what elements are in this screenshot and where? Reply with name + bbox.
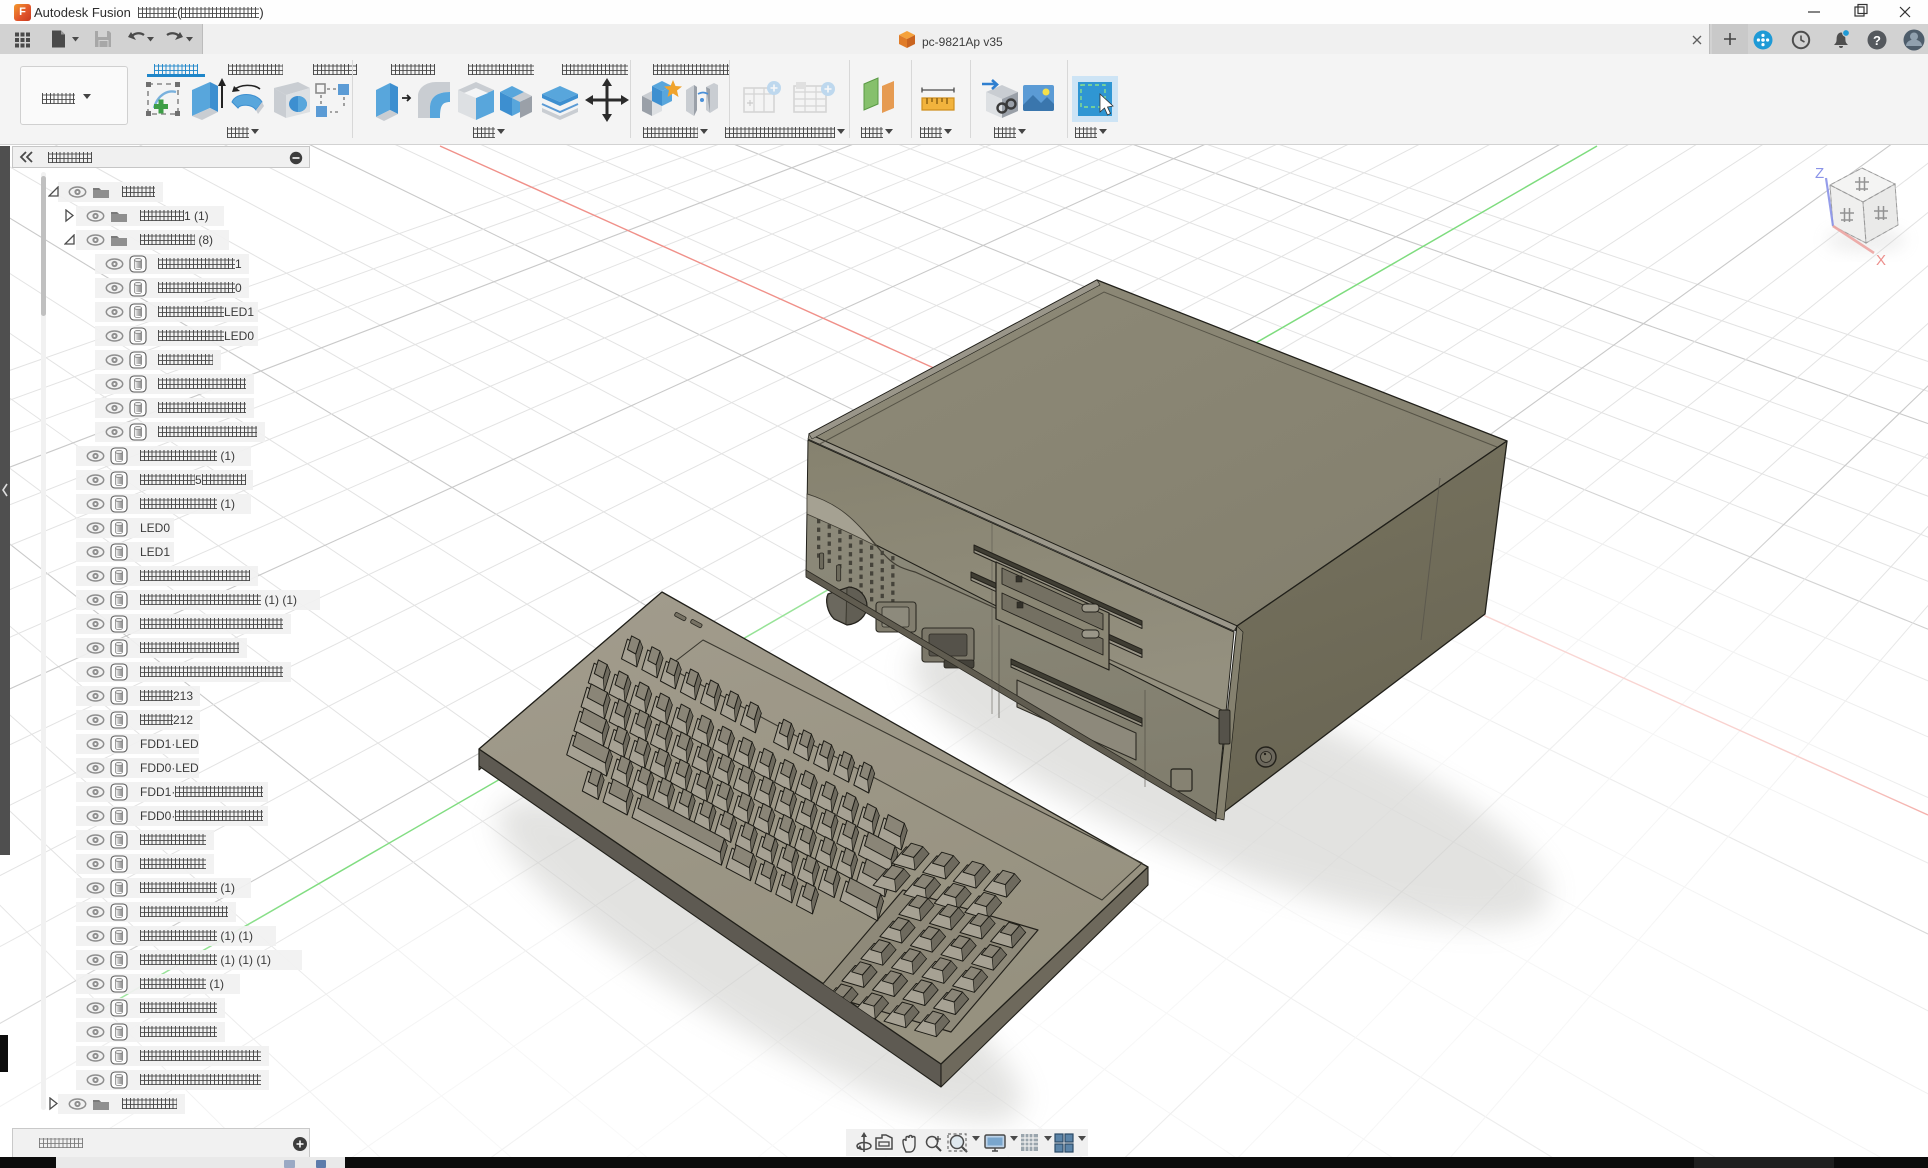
svg-text:X: X (1876, 252, 1886, 269)
svg-text:Z: Z (1815, 165, 1824, 182)
